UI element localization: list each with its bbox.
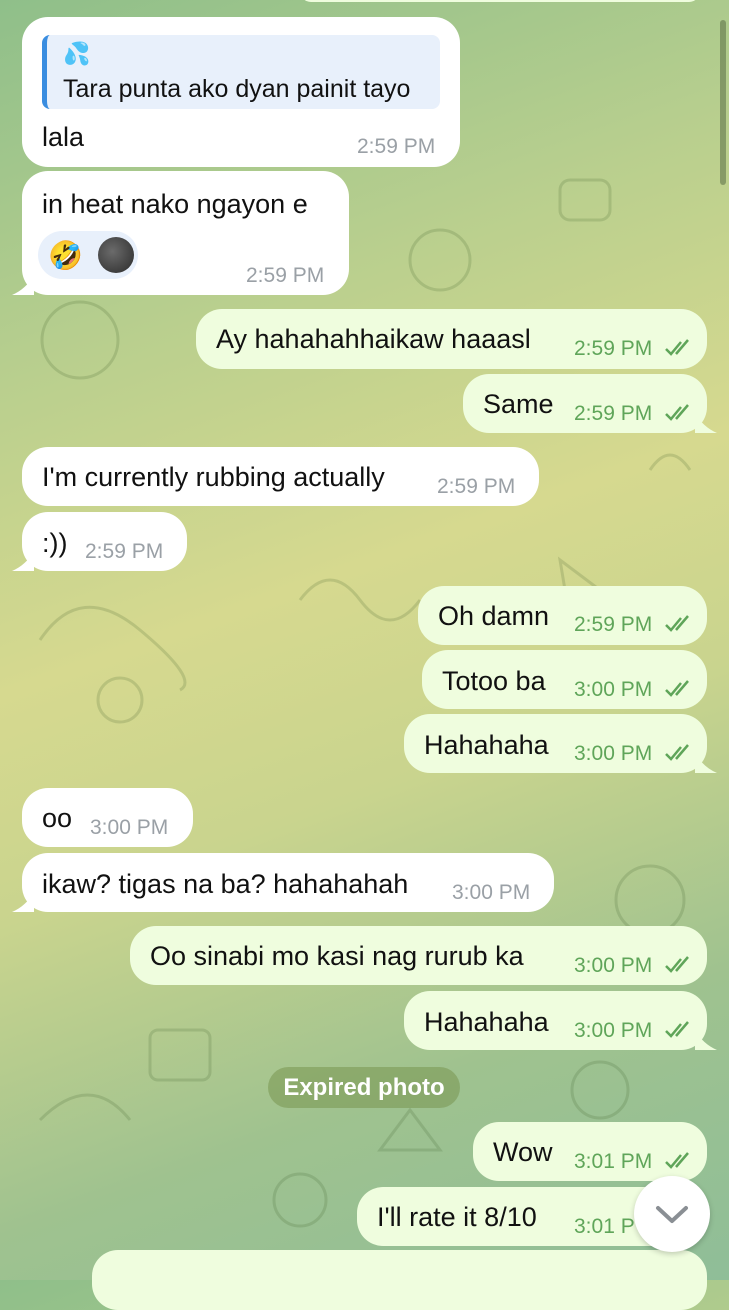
message-text: :)): [42, 528, 68, 558]
message-text: Ay hahahahhaikaw haaasl: [216, 324, 531, 354]
quoted-text: Tara punta ako dyan painit tayo: [63, 75, 411, 103]
message-bubble-partial: [300, 0, 700, 2]
double-check-icon: [665, 956, 689, 973]
message-text: oo: [42, 803, 73, 833]
double-check-icon: [665, 1152, 689, 1169]
reply-quote[interactable]: 💦 Tara punta ako dyan painit tayo: [42, 35, 440, 109]
message-bubble-outgoing[interactable]: Same 2:59 PM: [463, 374, 717, 433]
double-check-icon: [665, 744, 689, 761]
message-bubble-incoming[interactable]: 💦 Tara punta ako dyan painit tayo lala 2…: [22, 17, 460, 167]
message-bubble-incoming[interactable]: :)) 2:59 PM: [12, 512, 187, 571]
message-bubble-outgoing[interactable]: Oo sinabi mo kasi nag rurub ka 3:00 PM: [130, 926, 707, 985]
message-text: ikaw? tigas na ba? hahahahah: [42, 869, 409, 899]
message-bubble-incoming[interactable]: oo 3:00 PM: [22, 788, 193, 847]
message-text: Totoo ba: [442, 666, 546, 696]
avatar: [98, 237, 134, 273]
message-time: 2:59 PM: [574, 613, 653, 636]
message-text: Hahahaha: [424, 1007, 549, 1037]
double-check-icon: [665, 404, 689, 421]
scroll-down-button[interactable]: [634, 1176, 710, 1252]
message-time: 2:59 PM: [574, 402, 653, 425]
message-bubble-outgoing[interactable]: Hahahaha 3:00 PM: [404, 991, 717, 1050]
message-text: I'm currently rubbing actually: [42, 462, 385, 492]
message-time: 3:00 PM: [452, 881, 531, 904]
message-time: 2:59 PM: [574, 337, 653, 360]
double-check-icon: [665, 680, 689, 697]
double-check-icon: [665, 615, 689, 632]
message-time: 2:59 PM: [85, 540, 164, 563]
bubble-tail: [12, 551, 34, 571]
message-text: I'll rate it 8/10: [377, 1202, 537, 1232]
double-check-icon: [665, 339, 689, 356]
bubble-tail: [695, 753, 717, 773]
bubble-tail: [695, 413, 717, 433]
message-bubble-outgoing[interactable]: Totoo ba 3:00 PM: [422, 650, 707, 709]
message-text: in heat nako ngayon e: [42, 189, 308, 219]
message-time: 2:59 PM: [246, 264, 325, 287]
message-time: 3:01 PM: [574, 1150, 653, 1173]
double-check-icon: [665, 1021, 689, 1038]
message-time: 3:00 PM: [574, 954, 653, 977]
message-text: Oo sinabi mo kasi nag rurub ka: [150, 941, 524, 971]
message-bubble-outgoing[interactable]: Hahahaha 3:00 PM: [404, 714, 717, 773]
bubble-tail: [695, 1030, 717, 1050]
message-time: 2:59 PM: [437, 475, 516, 498]
message-text: Oh damn: [438, 601, 550, 631]
chevron-down-icon: [656, 1206, 688, 1223]
message-time: 3:00 PM: [574, 678, 653, 701]
message-bubble-outgoing[interactable]: Oh damn 2:59 PM: [418, 586, 707, 645]
message-bubble-incoming[interactable]: in heat nako ngayon e 🤣 2:59 PM: [12, 171, 349, 295]
message-bubble-outgoing[interactable]: Wow 3:01 PM: [473, 1122, 707, 1181]
scrollbar[interactable]: [720, 20, 726, 185]
reaction-chip[interactable]: 🤣: [38, 231, 138, 279]
sweat-droplets-icon: 💦: [63, 41, 91, 66]
bubble-tail: [12, 275, 34, 295]
message-time: 3:00 PM: [90, 816, 169, 839]
message-time: 3:00 PM: [574, 742, 653, 765]
message-text: Wow: [493, 1137, 553, 1167]
message-bubble-incoming[interactable]: I'm currently rubbing actually 2:59 PM: [22, 447, 539, 506]
expired-photo-service-message[interactable]: Expired photo: [268, 1067, 460, 1108]
message-text: lala: [42, 122, 85, 152]
message-text: Same: [483, 389, 554, 419]
message-bubble-incoming[interactable]: ikaw? tigas na ba? hahahahah 3:00 PM: [12, 853, 554, 912]
message-time: 3:00 PM: [574, 1019, 653, 1042]
message-time: 2:59 PM: [357, 135, 436, 158]
message-time: 3:01 P: [574, 1215, 635, 1238]
bubble-tail: [12, 892, 34, 912]
rofl-emoji-icon: 🤣: [48, 240, 83, 271]
message-bubble-partial: [92, 1250, 707, 1310]
message-bubble-outgoing[interactable]: Ay hahahahhaikaw haaasl 2:59 PM: [196, 309, 707, 369]
message-text: Hahahaha: [424, 730, 549, 760]
